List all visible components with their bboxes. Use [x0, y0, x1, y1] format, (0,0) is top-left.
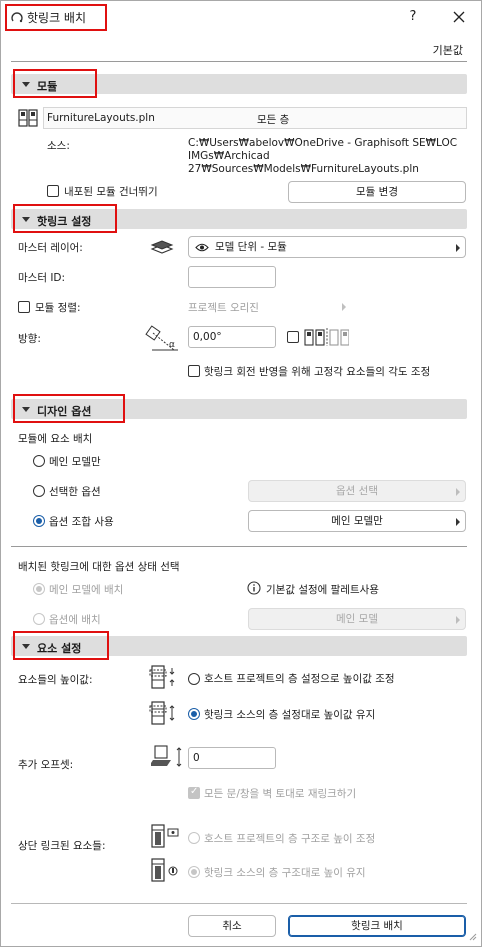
- orientation-input[interactable]: 0,00°: [188, 326, 276, 348]
- place-in-main-label: 메인 모델에 배치: [49, 584, 124, 596]
- place-in-main-radio[interactable]: [33, 583, 45, 595]
- hotlink-dialog: 핫링크 배치 ? 기본값 모듈 FurnitureLayouts.pln 모든 …: [0, 0, 482, 947]
- top-host-label: 호스트 프로젝트의 층 구조로 높이 조정: [204, 833, 376, 845]
- select-option-button-label: 옵션 선택: [336, 485, 378, 497]
- master-layer-value: 모델 단위 - 모듈: [215, 241, 287, 253]
- height-source-radio[interactable]: [188, 708, 200, 720]
- mirror-checkbox[interactable]: [287, 331, 299, 343]
- place-in-option-radio[interactable]: [33, 613, 45, 625]
- additional-offset-label: 추가 오프셋:: [18, 759, 74, 771]
- collapse-arrow-icon[interactable]: [22, 217, 30, 222]
- svg-text:α: α: [169, 340, 175, 350]
- close-icon[interactable]: [449, 7, 469, 27]
- combination-value: 메인 모델만: [331, 515, 383, 527]
- main-model-only-radio[interactable]: [33, 455, 45, 467]
- main-model-only-label: 메인 모델만: [49, 456, 101, 468]
- orientation-label: 방향:: [18, 333, 41, 345]
- align-module-label: 모듈 정렬:: [35, 302, 81, 314]
- place-in-option-label: 옵션에 배치: [49, 614, 101, 626]
- adjust-angle-label: 핫링크 회전 반영을 위해 고정각 요소들의 각도 조정: [204, 366, 431, 378]
- palette-default-label: 기본값 설정에 팔레트사용: [266, 584, 379, 596]
- select-option-button[interactable]: 옵션 선택: [248, 480, 466, 502]
- layer-icon: [150, 240, 174, 254]
- eye-icon: [195, 243, 209, 252]
- source-label: 소스:: [47, 140, 70, 152]
- info-icon: [247, 581, 261, 595]
- change-module-button-label: 모듈 변경: [356, 186, 398, 198]
- source-path-line-1: C:₩Users₩abelov₩OneDrive - Graphisoft SE…: [188, 137, 458, 149]
- top-link-source-icon: [151, 858, 178, 882]
- title-bar[interactable]: 핫링크 배치 ?: [1, 1, 481, 33]
- align-module-checkbox[interactable]: [18, 301, 30, 313]
- relink-doors-label: 모든 문/창을 벽 토대로 재링크하기: [204, 788, 357, 800]
- main-model-button[interactable]: 메인 모델: [248, 608, 466, 630]
- align-module-value: 프로젝트 오리진: [188, 302, 259, 314]
- module-file-name: FurnitureLayouts.pln: [47, 112, 155, 124]
- height-host-radio[interactable]: [188, 673, 200, 685]
- place-hotlink-button[interactable]: 핫링크 배치: [288, 915, 466, 937]
- main-model-button-label: 메인 모델: [336, 613, 378, 625]
- skip-nested-modules-checkbox[interactable]: [47, 185, 59, 197]
- master-id-input[interactable]: [188, 266, 276, 288]
- chevron-right-icon: [456, 488, 460, 496]
- master-layer-select[interactable]: 모델 단위 - 모듈: [188, 236, 466, 258]
- footer-divider: [11, 903, 467, 904]
- skip-nested-modules-label: 내포된 모듈 건너뛰기: [64, 186, 158, 198]
- chevron-right-icon: [456, 616, 460, 624]
- use-combination-radio[interactable]: [33, 515, 45, 527]
- top-host-radio[interactable]: [188, 832, 200, 844]
- hotlink-icon: [11, 12, 23, 23]
- top-source-label: 핫링크 소스의 층 구조대로 높이 유지: [204, 867, 366, 879]
- help-button[interactable]: ?: [403, 7, 423, 27]
- source-path-line-3: 27₩Sources₩Models₩FurnitureLayouts.pln: [188, 163, 419, 175]
- module-section-title: 모듈: [37, 80, 58, 93]
- cancel-button[interactable]: 취소: [188, 915, 276, 937]
- offset-icon: [151, 745, 182, 767]
- element-settings-title: 요소 설정: [37, 642, 82, 655]
- collapse-arrow-icon[interactable]: [22, 82, 30, 87]
- top-linked-label: 상단 링크된 요소들:: [18, 840, 106, 852]
- combination-select[interactable]: 메인 모델만: [248, 510, 466, 532]
- mirror-icon: [304, 328, 349, 346]
- top-source-radio[interactable]: [188, 866, 200, 878]
- design-options-title: 디자인 옵션: [37, 405, 92, 418]
- dialog-title: 핫링크 배치: [27, 11, 87, 25]
- offset-value: 0: [193, 752, 200, 764]
- place-hotlink-button-label: 핫링크 배치: [351, 920, 403, 932]
- offset-input[interactable]: 0: [188, 747, 276, 769]
- use-combination-label: 옵션 조합 사용: [49, 516, 114, 528]
- hotlink-settings-title: 핫링크 설정: [37, 215, 92, 228]
- master-layer-label: 마스터 레이어:: [18, 242, 83, 254]
- module-stories: 모든 층: [257, 114, 290, 126]
- height-host-label: 호스트 프로젝트의 층 설정으로 높이값 조정: [204, 673, 395, 685]
- chevron-right-icon[interactable]: [342, 303, 346, 311]
- height-source-label: 핫링크 소스의 층 설정대로 높이값 유지: [204, 709, 376, 721]
- divider: [11, 61, 467, 62]
- collapse-arrow-icon[interactable]: [22, 407, 30, 412]
- selected-option-label: 선택한 옵션: [49, 486, 101, 498]
- source-path-line-2: IMGs₩Archicad: [188, 150, 270, 162]
- chevron-right-icon: [456, 244, 460, 252]
- story-height-icon: [149, 665, 175, 689]
- rotation-angle-icon: α: [145, 325, 178, 351]
- module-file-icon: [18, 109, 38, 127]
- story-keep-icon: [149, 701, 175, 725]
- divider: [11, 546, 467, 547]
- relink-doors-checkbox[interactable]: [188, 786, 200, 799]
- top-link-host-icon: [151, 824, 179, 848]
- orientation-value: 0,00°: [193, 331, 222, 343]
- default-settings-link[interactable]: 기본값: [433, 42, 463, 58]
- master-id-label: 마스터 ID:: [18, 272, 66, 284]
- chevron-right-icon: [456, 518, 460, 526]
- cancel-button-label: 취소: [222, 920, 242, 932]
- option-status-label: 배치된 핫링크에 대한 옵션 상태 선택: [18, 561, 180, 573]
- adjust-angle-checkbox[interactable]: [188, 365, 200, 377]
- collapse-arrow-icon[interactable]: [22, 644, 30, 649]
- change-module-button[interactable]: 모듈 변경: [288, 181, 466, 203]
- resize-grip-icon[interactable]: [467, 931, 477, 941]
- element-height-label: 요소들의 높이값:: [18, 674, 93, 686]
- selected-option-radio[interactable]: [33, 485, 45, 497]
- place-elements-label: 모듈에 요소 배치: [18, 433, 93, 445]
